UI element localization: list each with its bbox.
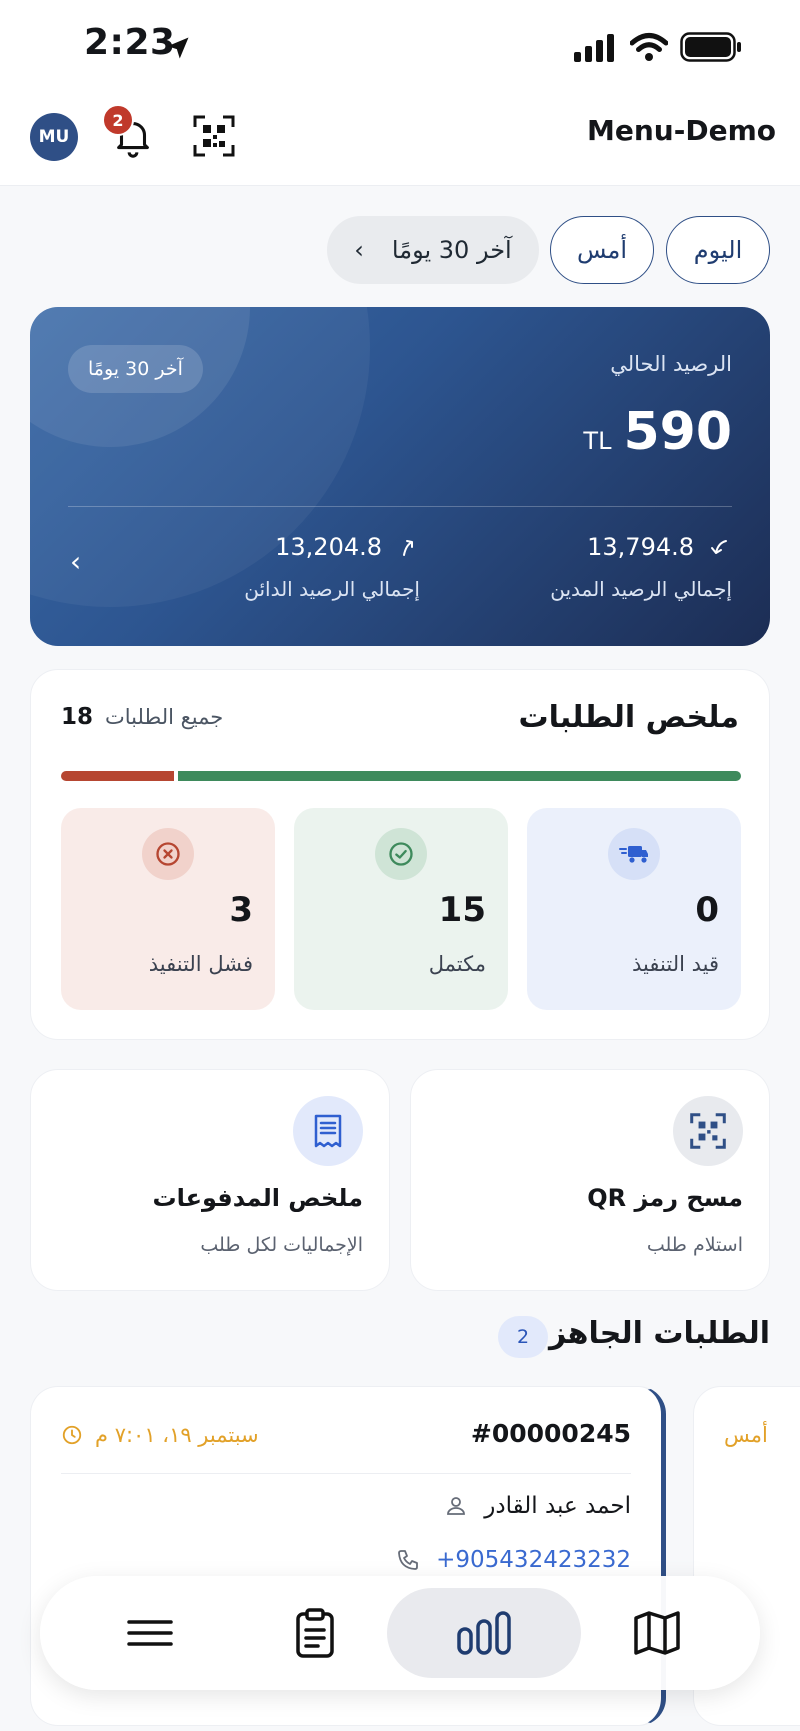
progress-failed-segment xyxy=(61,771,174,781)
battery-icon xyxy=(680,32,741,62)
stat-in-progress-value: 0 xyxy=(695,890,719,930)
order-date-text: أمس xyxy=(724,1423,768,1447)
credit-total: 13,204.8 xyxy=(275,533,420,561)
stat-failed-value: 3 xyxy=(229,890,253,930)
payments-summary-title: ملخص المدفوعات xyxy=(152,1184,363,1212)
chevron-left-icon[interactable]: ‹ xyxy=(70,545,81,578)
receipt-icon xyxy=(293,1096,363,1166)
stat-in-progress[interactable]: 0 قيد التنفيذ xyxy=(527,808,741,1010)
chevron-left-icon: ‹ xyxy=(354,236,364,264)
filter-range-label: آخر 30 يومًا xyxy=(391,236,512,264)
all-orders-label: جميع الطلبات xyxy=(105,705,224,729)
all-orders-value: 18 xyxy=(61,704,94,730)
stat-failed[interactable]: 3 فشل التنفيذ xyxy=(61,808,275,1010)
stat-failed-label: فشل التنفيذ xyxy=(148,952,253,976)
balance-card: آخر 30 يومًا الرصيد الحالي TL 590 13,794… xyxy=(30,307,770,646)
order-customer: احمد عبد القادر xyxy=(444,1493,631,1519)
nav-orders[interactable] xyxy=(245,1588,385,1678)
orders-summary-card: ملخص الطلبات 18 جميع الطلبات 3 فشل التنف… xyxy=(30,669,770,1040)
nav-dashboard[interactable] xyxy=(387,1588,581,1678)
orders-summary-title: ملخص الطلبات xyxy=(518,700,740,735)
stat-in-progress-label: قيد التنفيذ xyxy=(632,952,719,976)
filter-today-button[interactable]: اليوم xyxy=(666,216,770,284)
payments-summary-card[interactable]: ملخص المدفوعات الإجماليات لكل طلب xyxy=(30,1069,390,1291)
stat-completed-label: مكتمل xyxy=(428,952,486,976)
orders-progress-bar xyxy=(61,771,741,781)
divider xyxy=(68,506,732,507)
scan-qr-title: مسح رمز QR xyxy=(587,1184,743,1212)
app-title: Menu-Demo xyxy=(587,114,776,147)
x-circle-icon xyxy=(142,828,194,880)
scan-qr-card[interactable]: مسح رمز QR استلام طلب xyxy=(410,1069,770,1291)
qr-scan-icon xyxy=(673,1096,743,1166)
debit-value: 13,794.8 xyxy=(587,533,694,561)
divider xyxy=(61,1473,631,1474)
map-icon xyxy=(634,1611,680,1655)
customer-name: احمد عبد القادر xyxy=(484,1493,631,1519)
ready-orders-title: الطلبات الجاهزة xyxy=(531,1316,770,1351)
balance-value: 590 xyxy=(623,402,732,462)
nav-map[interactable] xyxy=(587,1588,727,1678)
order-id: #00000245 xyxy=(470,1419,631,1448)
balance-amount: TL 590 xyxy=(583,402,732,462)
check-circle-icon xyxy=(375,828,427,880)
stat-completed-value: 15 xyxy=(438,890,486,930)
stat-completed[interactable]: 15 مكتمل xyxy=(294,808,508,1010)
customer-phone: +905432423232 xyxy=(436,1547,631,1573)
balance-currency: TL xyxy=(583,427,612,455)
balance-period-badge: آخر 30 يومًا xyxy=(68,345,203,393)
order-phone[interactable]: +905432423232 xyxy=(396,1547,631,1573)
filter-last-30-days-button[interactable]: ‹ آخر 30 يومًا xyxy=(327,216,539,284)
arrow-down-left-icon xyxy=(711,540,727,554)
delivery-truck-icon xyxy=(608,828,660,880)
order-date: سبتمبر ١٩، ٧:٠١ م xyxy=(61,1423,259,1447)
menu-icon xyxy=(127,1620,173,1646)
bar-chart-icon xyxy=(457,1611,511,1655)
location-arrow-icon xyxy=(167,37,189,59)
status-time: 2:23 xyxy=(84,22,176,63)
nav-menu[interactable] xyxy=(80,1588,220,1678)
notification-badge: 2 xyxy=(102,104,134,136)
filter-yesterday-button[interactable]: أمس xyxy=(550,216,654,284)
avatar[interactable]: MU xyxy=(30,113,78,161)
user-icon xyxy=(447,1497,466,1515)
payments-summary-subtitle: الإجماليات لكل طلب xyxy=(200,1234,363,1256)
scan-qr-subtitle: استلام طلب xyxy=(646,1234,743,1256)
phone-icon xyxy=(398,1550,419,1570)
cellular-signal-icon xyxy=(574,34,614,62)
progress-completed-segment xyxy=(177,771,741,781)
balance-label: الرصيد الحالي xyxy=(610,352,732,376)
debit-total: 13,794.8 xyxy=(587,533,732,561)
clock-icon xyxy=(62,1425,82,1445)
clipboard-icon xyxy=(296,1608,334,1658)
credit-value: 13,204.8 xyxy=(275,533,382,561)
arrow-up-right-icon xyxy=(403,540,413,556)
ready-orders-count-badge: 2 xyxy=(498,1316,548,1358)
order-date-text: سبتمبر ١٩، ٧:٠١ م xyxy=(95,1423,259,1447)
debit-label: إجمالي الرصيد المدين xyxy=(550,577,732,601)
credit-label: إجمالي الرصيد الدائن xyxy=(244,577,420,601)
all-orders-count: 18 جميع الطلبات xyxy=(61,704,223,730)
qr-code-icon[interactable] xyxy=(193,115,235,157)
bottom-navigation xyxy=(40,1576,760,1690)
wifi-icon xyxy=(630,33,668,61)
